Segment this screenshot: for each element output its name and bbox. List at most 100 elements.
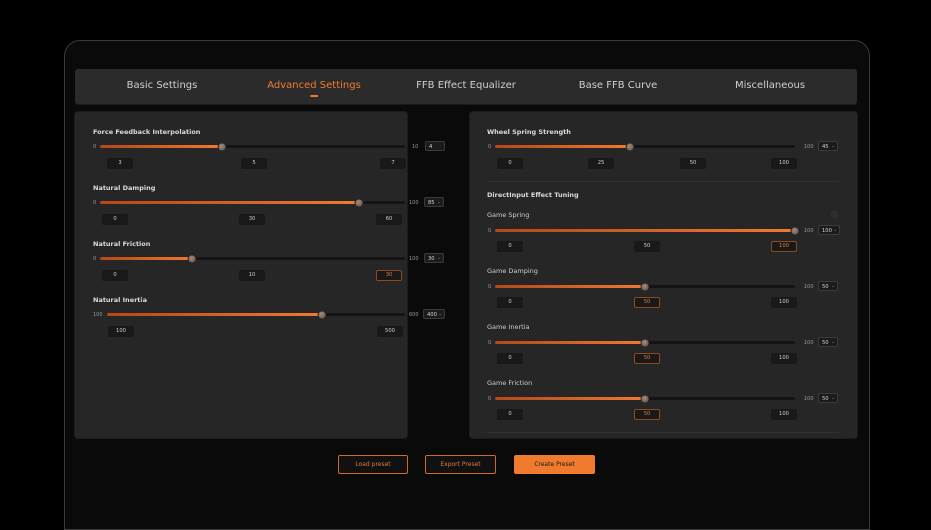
game-spring-preset-1[interactable]: 0	[497, 241, 523, 252]
game-damping-title: Game Damping	[487, 267, 538, 275]
dropdown-icon: ⌄	[831, 284, 835, 289]
game-inertia-preset-3[interactable]: 100	[771, 353, 797, 364]
interpolation-min: 0	[93, 144, 97, 150]
friction-value: 30	[428, 256, 435, 262]
create-preset-button[interactable]: Create Preset	[514, 455, 595, 474]
slider-handle[interactable]	[790, 226, 800, 235]
load-preset-button[interactable]: Load preset	[338, 455, 408, 474]
game-spring-preset-3[interactable]: 100	[771, 241, 797, 252]
slider-fill	[495, 285, 645, 288]
game-spring-max: 100	[804, 228, 814, 234]
game-spring-min: 0	[488, 228, 492, 234]
inertia-value: 400	[427, 312, 437, 318]
game-inertia-max: 100	[804, 340, 814, 346]
wheel-spring-value-field[interactable]: 45 ⌄	[818, 141, 838, 151]
game-inertia-value-field[interactable]: 50 ⌄	[818, 337, 838, 347]
friction-preset-2[interactable]: 10	[239, 270, 265, 281]
export-preset-button[interactable]: Export Preset	[425, 455, 496, 474]
right-settings-panel: Wheel Spring Strength 0 100 45 ⌄ 0 25 50 …	[470, 112, 857, 438]
info-icon[interactable]: ⓘ	[143, 240, 148, 247]
tab-base-ffb-curve[interactable]: Base FFB Curve	[579, 69, 658, 105]
dropdown-icon: ⌄	[437, 256, 441, 261]
game-damping-min: 0	[488, 284, 492, 290]
slider-handle[interactable]	[317, 310, 327, 319]
wheel-spring-preset-1[interactable]: 0	[497, 158, 523, 169]
game-friction-preset-2[interactable]: 50	[634, 409, 660, 420]
left-settings-panel: Force Feedback Interpolation 0 10 4 3 5 …	[75, 112, 445, 438]
inertia-preset-1[interactable]: 100	[108, 326, 134, 337]
wheel-spring-preset-2[interactable]: 25	[588, 158, 614, 169]
slider-fill	[107, 313, 322, 316]
game-friction-title: Game Friction	[487, 379, 533, 387]
game-friction-preset-1[interactable]: 0	[497, 409, 523, 420]
tab-basic-settings[interactable]: Basic Settings	[127, 69, 198, 105]
reset-icon[interactable]	[831, 211, 838, 218]
dropdown-icon: ⌄	[833, 228, 837, 233]
dropdown-icon: ⌄	[831, 396, 835, 401]
damping-preset-3[interactable]: 60	[376, 214, 402, 225]
friction-preset-3[interactable]: 30	[376, 270, 402, 281]
interpolation-title: Force Feedback Interpolation	[93, 128, 201, 136]
slider-handle[interactable]	[354, 198, 364, 207]
friction-value-field[interactable]: 30 ⌄	[424, 253, 444, 263]
slider-handle[interactable]	[187, 254, 196, 263]
wheel-spring-preset-4[interactable]: 100	[771, 158, 797, 169]
inertia-min: 100	[93, 312, 103, 318]
info-icon[interactable]: ⓘ	[139, 296, 144, 303]
friction-title: Natural Friction	[93, 240, 151, 248]
game-spring-preset-2[interactable]: 50	[634, 241, 660, 252]
game-spring-value: 100	[822, 228, 832, 234]
game-inertia-min: 0	[488, 340, 492, 346]
tab-ffb-effect-equalizer[interactable]: FFB Effect Equalizer	[416, 69, 516, 105]
game-spring-value-field[interactable]: 100 ⌄	[818, 225, 840, 235]
wheel-spring-min: 0	[488, 144, 492, 150]
game-damping-value-field[interactable]: 50 ⌄	[818, 281, 838, 291]
interpolation-preset-3[interactable]: 7	[380, 158, 406, 169]
dropdown-icon: ⌄	[437, 200, 441, 205]
game-friction-value-field[interactable]: 50 ⌄	[818, 393, 838, 403]
directinput-section-title: DirectInput Effect Tuning	[487, 191, 579, 199]
slider-handle[interactable]	[625, 142, 635, 151]
slider-handle[interactable]	[640, 282, 650, 291]
friction-preset-1[interactable]: 0	[102, 270, 128, 281]
slider-handle[interactable]	[640, 338, 650, 347]
game-friction-max: 100	[804, 396, 814, 402]
slider-handle[interactable]	[640, 394, 650, 403]
damping-min: 0	[93, 200, 97, 206]
wheel-spring-title: Wheel Spring Strength	[487, 128, 571, 136]
game-spring-title: Game Spring	[487, 211, 530, 219]
game-damping-value: 50	[822, 284, 829, 290]
divider	[487, 432, 839, 433]
slider-handle[interactable]	[217, 142, 227, 151]
dropdown-icon: ⌄	[438, 312, 442, 317]
game-inertia-title: Game Inertia	[487, 323, 530, 331]
game-inertia-value: 50	[822, 340, 829, 346]
slider-fill	[495, 341, 645, 344]
game-damping-preset-1[interactable]: 0	[497, 297, 523, 308]
inertia-max: 600	[409, 312, 419, 318]
slider-fill	[495, 145, 630, 148]
damping-preset-2[interactable]: 30	[239, 214, 265, 225]
damping-value-field[interactable]: 85 ⌄	[424, 197, 444, 207]
game-damping-preset-3[interactable]: 100	[771, 297, 797, 308]
interpolation-max: 10	[412, 144, 419, 150]
game-inertia-preset-2[interactable]: 50	[634, 353, 660, 364]
damping-value: 85	[428, 200, 435, 206]
interpolation-value: 4	[429, 144, 433, 150]
tab-advanced-settings[interactable]: Advanced Settings	[267, 69, 361, 105]
inertia-value-field[interactable]: 400 ⌄	[423, 309, 445, 319]
game-friction-min: 0	[488, 396, 492, 402]
friction-min: 0	[93, 256, 97, 262]
game-damping-preset-2[interactable]: 50	[634, 297, 660, 308]
inertia-preset-2[interactable]: 500	[377, 326, 403, 337]
wheel-spring-preset-3[interactable]: 50	[680, 158, 706, 169]
dropdown-icon: ⌄	[831, 144, 835, 149]
interpolation-preset-1[interactable]: 3	[107, 158, 133, 169]
interpolation-value-field[interactable]: 4	[425, 141, 445, 151]
game-inertia-preset-1[interactable]: 0	[497, 353, 523, 364]
interpolation-preset-2[interactable]: 5	[241, 158, 267, 169]
tab-miscellaneous[interactable]: Miscellaneous	[735, 69, 805, 105]
game-friction-preset-3[interactable]: 100	[771, 409, 797, 420]
dropdown-icon: ⌄	[831, 340, 835, 345]
damping-preset-1[interactable]: 0	[102, 214, 128, 225]
